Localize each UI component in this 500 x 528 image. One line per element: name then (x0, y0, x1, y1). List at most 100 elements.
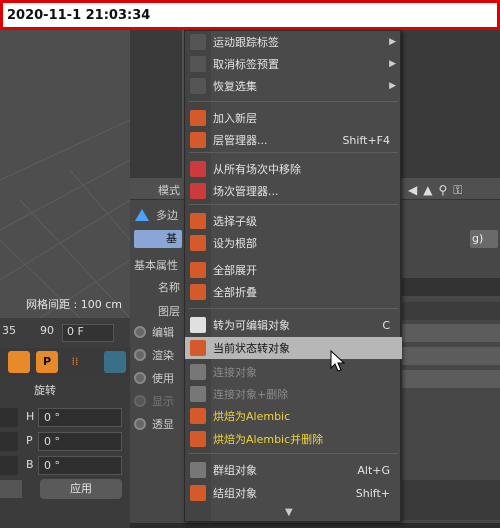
menu-item[interactable]: 转为可编辑对象 C (185, 314, 402, 336)
p-label: P (26, 434, 33, 447)
menu-item-label: 连接对象 (213, 366, 257, 379)
menu-item[interactable]: 选择子级 (185, 210, 402, 232)
menu-item-label: 群组对象 (213, 464, 257, 477)
frame-field[interactable]: 0 F (62, 324, 114, 342)
ungroup-objects-icon (190, 485, 206, 501)
remove-take-icon (190, 161, 206, 177)
submenu-arrow-icon: ▶ (389, 59, 396, 69)
menu-item-shortcut: Shift+F4 (342, 133, 390, 147)
take-manager-icon (190, 183, 206, 199)
use-dropdown[interactable] (402, 370, 500, 388)
menu-item[interactable]: 场次管理器... (185, 180, 402, 202)
lock-icon[interactable]: ⚿ (453, 183, 468, 197)
record-key-icon[interactable] (8, 351, 30, 373)
menu-item[interactable]: 运动跟踪标签 ▶ (185, 31, 402, 53)
menu-item-label: 层管理器... (213, 134, 268, 147)
menu-item[interactable]: 烘焙为Alembic (185, 405, 402, 427)
object-row: 多边 (134, 204, 178, 226)
make-editable-icon (190, 317, 206, 333)
viewport-grid (0, 119, 130, 318)
menu-item-label: 当前状态转对象 (213, 342, 290, 355)
menu-item[interactable]: 当前状态转对象 (185, 337, 402, 359)
search-icon[interactable]: ⚲ (438, 183, 453, 197)
group-objects-icon (190, 462, 206, 478)
cursor-icon[interactable]: ▲ (423, 183, 438, 197)
radio-icon (134, 326, 146, 338)
menu-separator (189, 152, 398, 153)
menu-item[interactable]: 恢复选集 ▶ (185, 75, 402, 97)
3d-viewport[interactable]: 网格间距 : 100 cm (0, 30, 130, 318)
submenu-arrow-icon: ▶ (389, 81, 396, 91)
timestamp-bar: 2020-11-1 21:03:34 (0, 0, 500, 30)
param-key-icon[interactable]: P (36, 351, 58, 373)
layer-field[interactable] (402, 302, 500, 320)
menu-item-label: 结组对象 (213, 487, 257, 500)
h-field[interactable]: 0 ° (38, 408, 122, 427)
connect-objects-icon (190, 364, 206, 380)
p-field[interactable]: 0 ° (38, 432, 122, 451)
add-layer-icon (190, 110, 206, 126)
basic-tab[interactable]: 基 (134, 230, 182, 248)
radio-icon (134, 372, 146, 384)
radio-icon (134, 395, 146, 407)
menu-item[interactable]: 取消标签预置 ▶ (185, 53, 402, 75)
tick-label: 35 (2, 324, 16, 337)
rotate-header: 旋转 (34, 384, 56, 397)
collapse-all-icon (190, 284, 206, 300)
polygon-icon (135, 209, 149, 221)
menu-item-shortcut: Alt+G (357, 463, 390, 477)
tag-preset-icon (190, 56, 206, 72)
context-menu: 运动跟踪标签 ▶ 取消标签预置 ▶ 恢复选集 ▶ 加入新层 层管理器... Shift+F4 从所… (184, 30, 402, 522)
menu-separator (189, 453, 398, 454)
menu-item-label: 全部展开 (213, 264, 257, 277)
render-dropdown[interactable] (402, 347, 500, 365)
apply-button[interactable]: 应用 (40, 479, 122, 499)
b-label: B (26, 458, 34, 471)
menu-item[interactable]: 从所有场次中移除 (185, 158, 402, 180)
menu-item[interactable]: 烘焙为Alembic并删除 (185, 428, 402, 450)
attr-row-display: 显示 (134, 390, 174, 412)
mode-menu[interactable]: 模式 (158, 182, 180, 198)
name-field[interactable] (402, 278, 500, 296)
back-arrow-icon[interactable]: ◀ (408, 183, 423, 197)
attr-row-render[interactable]: 渲染 (134, 344, 174, 366)
b-field[interactable]: 0 ° (38, 456, 122, 475)
tracking-tag-icon (190, 34, 206, 50)
bake-alembic-delete-icon (190, 431, 206, 447)
menu-item[interactable]: 全部折叠 (185, 281, 402, 303)
lower-panel (402, 480, 500, 520)
coordinates-panel: 旋转 H 0 ° P 0 ° B 0 ° 应用 (0, 376, 130, 528)
attr-row-xray[interactable]: 透显 (134, 413, 174, 435)
menu-item[interactable]: 设为根部 (185, 232, 402, 254)
menu-item[interactable]: 全部展开 (185, 259, 402, 281)
menu-item[interactable]: 结组对象 Shift+ (185, 482, 402, 504)
menu-item-label: 加入新层 (213, 112, 257, 125)
menu-item-shortcut: Shift+ (355, 486, 390, 500)
timestamp-text: 2020-11-1 21:03:34 (7, 7, 151, 23)
name-label: 名称 (158, 281, 180, 294)
attr-row-edit[interactable]: 编辑 (134, 321, 174, 343)
grid-spacing-label: 网格间距 : 100 cm (26, 298, 122, 311)
menu-item-label: 设为根部 (213, 237, 257, 250)
menu-item[interactable]: 加入新层 (185, 107, 402, 129)
tick-label: 90 (40, 324, 54, 337)
scroll-down-icon[interactable]: ▼ (285, 507, 293, 518)
menu-item[interactable]: 群组对象 Alt+G (185, 459, 402, 481)
menu-item-label: 取消标签预置 (213, 58, 279, 71)
edit-dropdown[interactable] (402, 324, 500, 342)
menu-item[interactable]: 层管理器... Shift+F4 (185, 129, 402, 151)
mouse-cursor-icon (330, 350, 346, 372)
menu-item-label: 场次管理器... (213, 185, 279, 198)
radio-icon (134, 349, 146, 361)
submenu-arrow-icon: ▶ (389, 37, 396, 47)
film-icon[interactable] (104, 351, 126, 373)
current-state-icon (190, 340, 206, 356)
grid-dots-icon[interactable]: ⁞⁞ (64, 351, 86, 373)
menu-separator (189, 204, 398, 205)
menu-item: 连接对象+删除 (185, 383, 402, 405)
radio-icon (134, 418, 146, 430)
layer-label: 图层 (158, 305, 180, 318)
menu-item-label: 烘焙为Alembic并删除 (213, 433, 324, 446)
attr-row-use[interactable]: 使用 (134, 367, 174, 389)
tag-tab[interactable]: g) (470, 230, 498, 248)
